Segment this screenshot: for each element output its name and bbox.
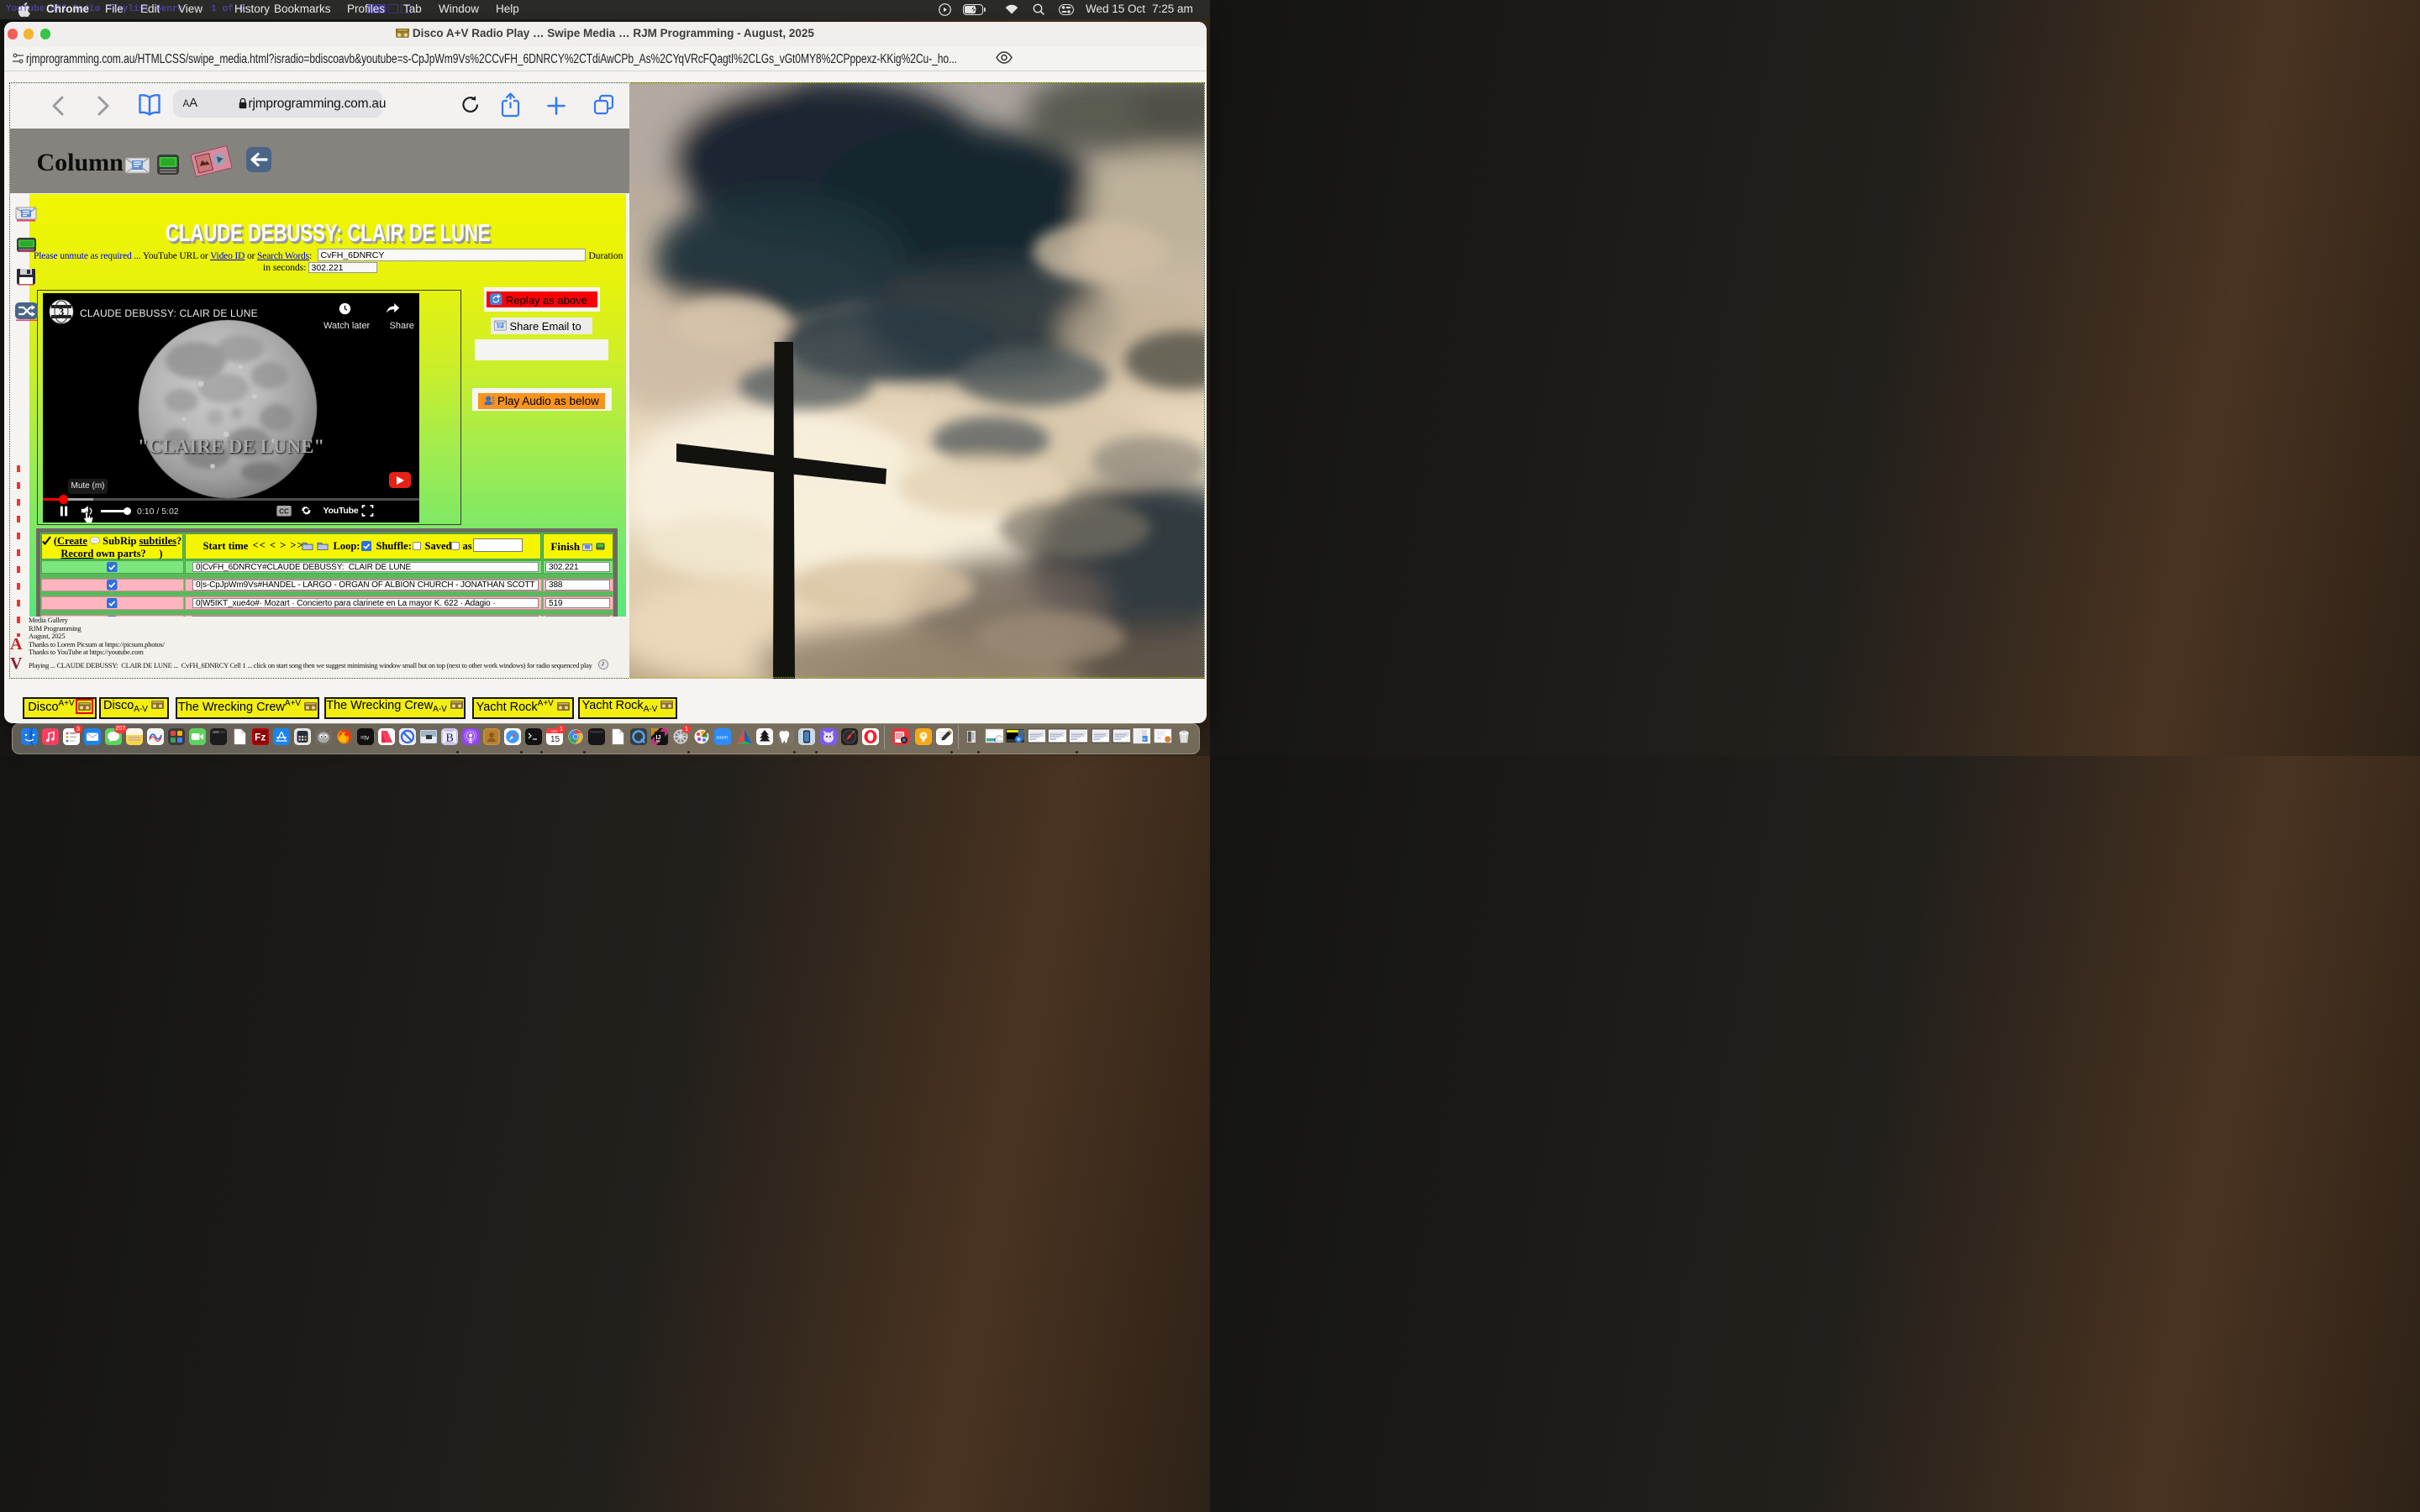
svg-text:Fz: Fz	[255, 732, 266, 743]
svg-text:zoom: zoom	[716, 736, 728, 741]
svg-text:B: B	[445, 732, 453, 745]
svg-text:CC: CC	[279, 508, 289, 516]
svg-text:=tv: =tv	[360, 734, 369, 742]
svg-text:3: 3	[59, 306, 65, 318]
svg-text:15: 15	[550, 735, 560, 744]
svg-text:BARS: BARS	[213, 732, 219, 734]
svg-text:IJ: IJ	[655, 735, 660, 741]
